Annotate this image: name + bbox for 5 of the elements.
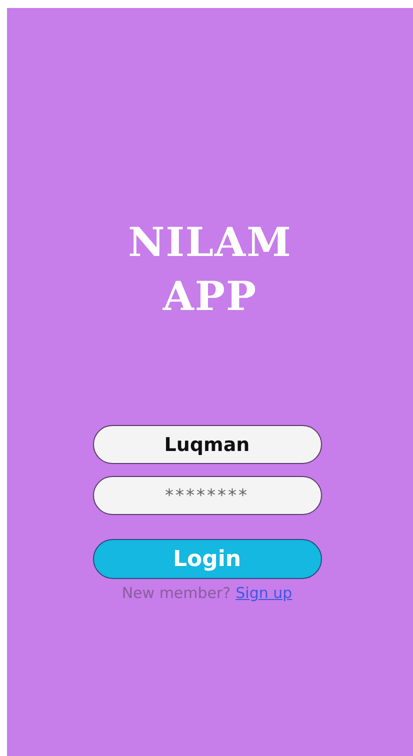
signup-prompt: New member? — [122, 584, 231, 602]
password-field[interactable]: ******** — [92, 476, 322, 515]
username-field[interactable]: Luqman — [92, 425, 322, 464]
app-title: APP — [162, 272, 258, 322]
app-title: NILAM — [128, 218, 292, 268]
